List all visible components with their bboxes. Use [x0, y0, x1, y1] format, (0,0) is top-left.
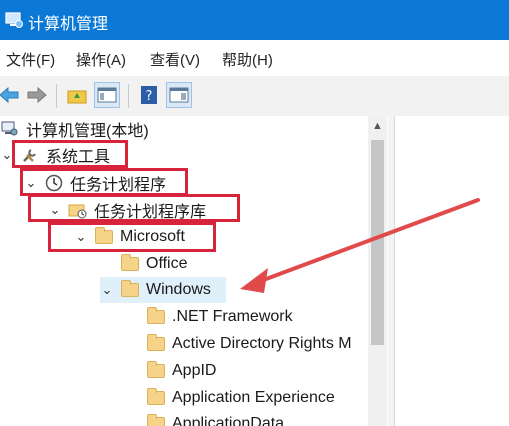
- red-arrow: [240, 198, 480, 293]
